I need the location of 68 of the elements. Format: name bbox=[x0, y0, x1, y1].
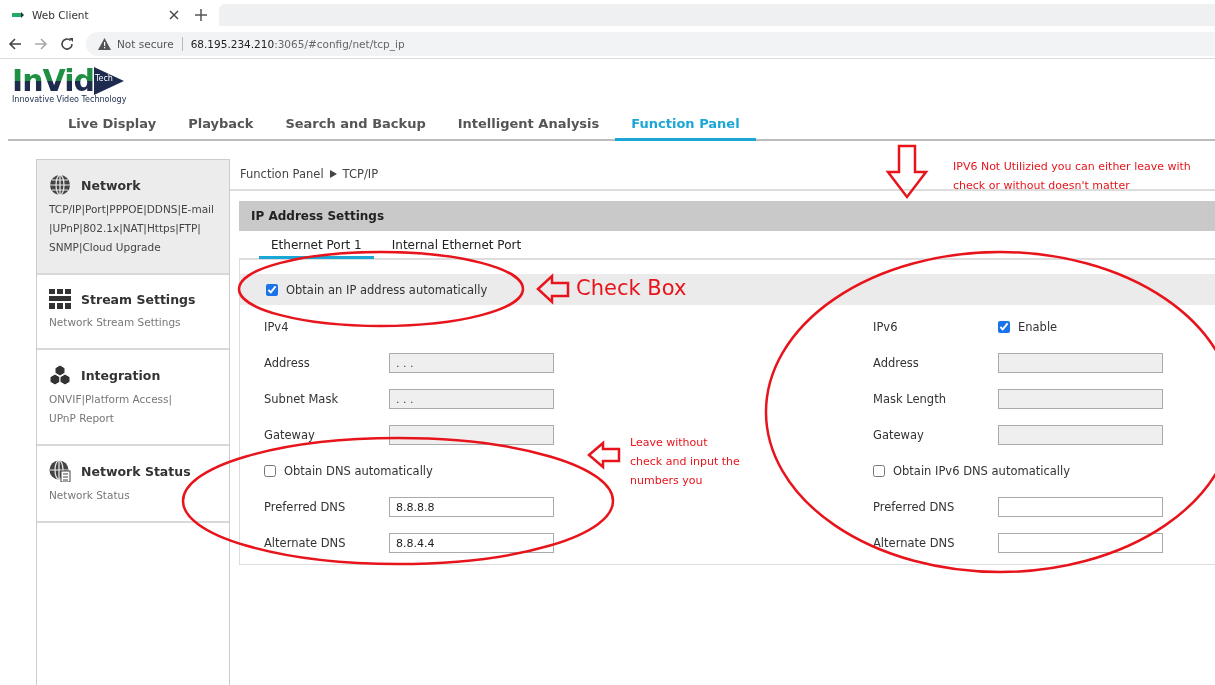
sidebar-subtitle: TCP/IP|Port|PPPOE|DDNS|E-mail bbox=[49, 202, 215, 218]
field-label: Subnet Mask bbox=[264, 392, 339, 406]
field-label: Gateway bbox=[873, 428, 924, 442]
new-tab-icon[interactable] bbox=[195, 9, 207, 21]
address-bar[interactable]: Not secure 68.195.234.210:3065/#config/net/tcp_ip bbox=[86, 32, 1215, 56]
checkbox-label: Obtain DNS automatically bbox=[284, 464, 433, 478]
sidebar-title: Network bbox=[81, 177, 141, 193]
field-label: Address bbox=[264, 356, 310, 370]
checkbox-label: Obtain an IP address automatically bbox=[286, 282, 488, 297]
browser-tab[interactable]: Web Client bbox=[0, 0, 185, 30]
sidebar-item[interactable]: Network TCP/IP|Port|PPPOE|DDNS|E-mail |UPnP|802.1x|NAT|Https|FTP| SNMP|Cloud Upgrade bbox=[37, 160, 229, 275]
sidebar-title: Integration bbox=[81, 367, 161, 383]
input-field[interactable] bbox=[998, 497, 1163, 517]
logo-icon bbox=[12, 12, 24, 18]
section-label: IPv4 bbox=[264, 320, 289, 334]
nav-tab[interactable]: Live Display bbox=[52, 109, 173, 141]
checkbox[interactable] bbox=[998, 321, 1010, 333]
breadcrumb-item: TCP/IP bbox=[342, 167, 379, 181]
checkbox-label: Enable bbox=[1018, 320, 1058, 334]
globe-document-icon bbox=[49, 460, 71, 482]
checkbox[interactable] bbox=[266, 283, 278, 296]
caret-icon bbox=[329, 170, 337, 178]
field-label: Preferred DNS bbox=[873, 500, 955, 514]
field-label: Alternate DNS bbox=[873, 536, 955, 550]
field-label: Address bbox=[873, 356, 919, 370]
sidebar-subtitle: ONVIF|Platform Access| bbox=[49, 392, 174, 408]
input-field[interactable]: 8.8.8.8 bbox=[389, 497, 554, 517]
port-tab[interactable]: Ethernet Port 1 bbox=[259, 235, 374, 259]
reload-icon[interactable] bbox=[60, 37, 74, 51]
sidebar-title: Stream Settings bbox=[81, 291, 196, 307]
sidebar-subtitle: SNMP|Cloud Upgrade bbox=[49, 240, 162, 256]
checkbox[interactable] bbox=[264, 465, 276, 477]
cubes-icon bbox=[49, 364, 71, 386]
field-label: Alternate DNS bbox=[264, 536, 346, 550]
annotation-note: IPV6 Not Utilizied you can either leave with check or without doesn't matter bbox=[953, 159, 1192, 194]
checkbox-label: Obtain IPv6 DNS automatically bbox=[893, 464, 1070, 478]
annotation-note: Check Box bbox=[576, 276, 687, 300]
security-warning: Not secure bbox=[117, 38, 174, 50]
warning-icon bbox=[98, 38, 111, 50]
sidebar-subtitle: Network Status bbox=[49, 488, 131, 503]
back-icon[interactable] bbox=[8, 37, 22, 51]
globe-icon bbox=[49, 174, 71, 196]
sidebar-title: Network Status bbox=[81, 463, 191, 479]
down-arrow-drawing bbox=[885, 144, 929, 200]
left-arrow-drawing bbox=[536, 273, 570, 305]
input-field[interactable] bbox=[998, 533, 1163, 553]
breadcrumb-item[interactable]: Function Panel bbox=[240, 167, 324, 181]
sidebar-subtitle: Network Stream Settings bbox=[49, 315, 182, 330]
forward-icon[interactable] bbox=[34, 37, 48, 51]
grid-icon bbox=[49, 289, 71, 309]
section-header: IP Address Settings bbox=[239, 201, 1215, 231]
nav-tab[interactable]: Playback bbox=[172, 109, 270, 141]
field-label: Gateway bbox=[264, 428, 315, 442]
annotation-note: Leave without check and input the numbers you bbox=[630, 435, 740, 489]
field-label: Preferred DNS bbox=[264, 500, 346, 514]
input-field[interactable]: 8.8.4.4 bbox=[389, 533, 554, 553]
url-text: 68.195.234.210:3065/#config/net/tcp_ip bbox=[190, 38, 405, 50]
sidebar-subtitle: |UPnP|802.1x|NAT|Https|FTP| bbox=[49, 221, 202, 237]
nav-tab[interactable]: Intelligent Analysis bbox=[441, 109, 616, 141]
tab-title: Web Client bbox=[32, 9, 90, 21]
checkbox[interactable] bbox=[873, 465, 885, 477]
section-label: IPv6 bbox=[873, 320, 898, 334]
port-tab[interactable]: Internal Ethernet Port bbox=[379, 235, 534, 259]
field-label: Mask Length bbox=[873, 392, 946, 406]
close-icon[interactable] bbox=[169, 10, 179, 20]
sidebar-subtitle: UPnP Report bbox=[49, 411, 115, 426]
nav-tab[interactable]: Search and Backup bbox=[269, 109, 442, 141]
left-arrow-drawing bbox=[587, 440, 621, 470]
